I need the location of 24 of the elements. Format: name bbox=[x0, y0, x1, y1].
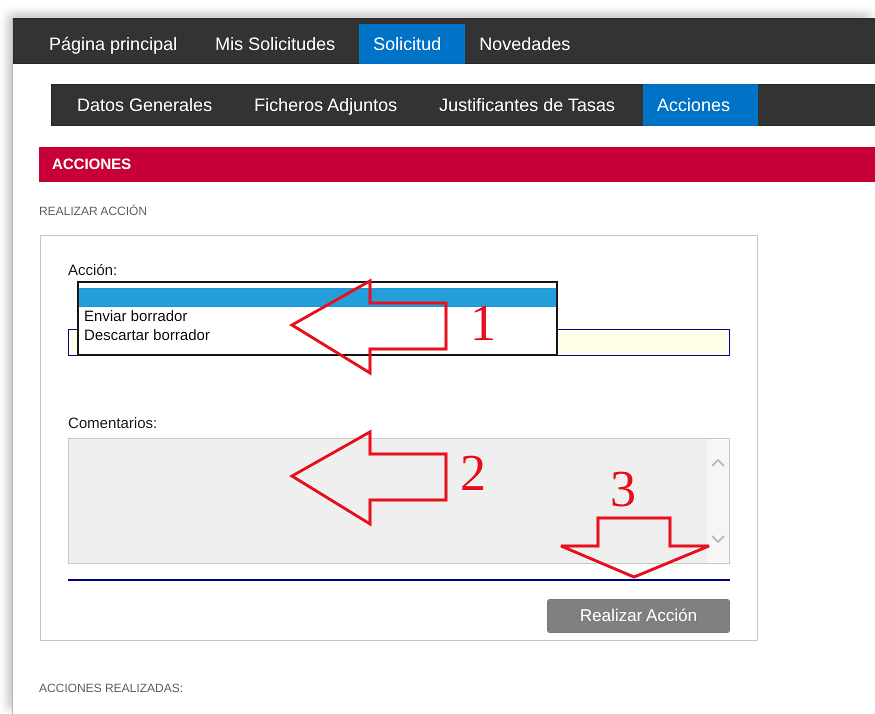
scrollbar[interactable] bbox=[707, 439, 729, 563]
subsection-title: ACCIONES REALIZADAS: bbox=[39, 681, 184, 695]
dropdown-option[interactable] bbox=[79, 288, 556, 307]
sub-nav-tab[interactable]: Datos Generales bbox=[63, 84, 240, 126]
chevron-up-icon[interactable] bbox=[711, 459, 725, 467]
annotation-number: 3 bbox=[610, 464, 636, 516]
submit-button[interactable]: Realizar Acción bbox=[547, 599, 730, 633]
annotation-number: 2 bbox=[460, 448, 486, 500]
section-title: ACCIONES bbox=[52, 156, 132, 173]
nav-tab[interactable]: Solicitud bbox=[359, 24, 466, 64]
sub-nav-tab[interactable]: Acciones bbox=[642, 84, 758, 126]
nav-tab[interactable]: Mis Solicitudes bbox=[201, 24, 360, 64]
subsection-title: REALIZAR ACCIÓN bbox=[39, 204, 148, 218]
dropdown-option[interactable]: Descartar borrador bbox=[79, 326, 214, 345]
field-label: Acción: bbox=[68, 262, 118, 279]
annotation-number: 1 bbox=[470, 298, 496, 350]
sub-nav-tab[interactable]: Ficheros Adjuntos bbox=[240, 84, 426, 126]
field-label: Comentarios: bbox=[68, 415, 158, 432]
dropdown-option[interactable]: Enviar borrador bbox=[79, 307, 192, 326]
nav-tab[interactable]: Página principal bbox=[35, 24, 202, 64]
comments-field[interactable] bbox=[68, 438, 730, 564]
nav-tab[interactable]: Novedades bbox=[465, 24, 594, 64]
chevron-down-icon[interactable] bbox=[711, 535, 725, 543]
sub-nav-tab[interactable]: Justificantes de Tasas bbox=[425, 84, 643, 126]
